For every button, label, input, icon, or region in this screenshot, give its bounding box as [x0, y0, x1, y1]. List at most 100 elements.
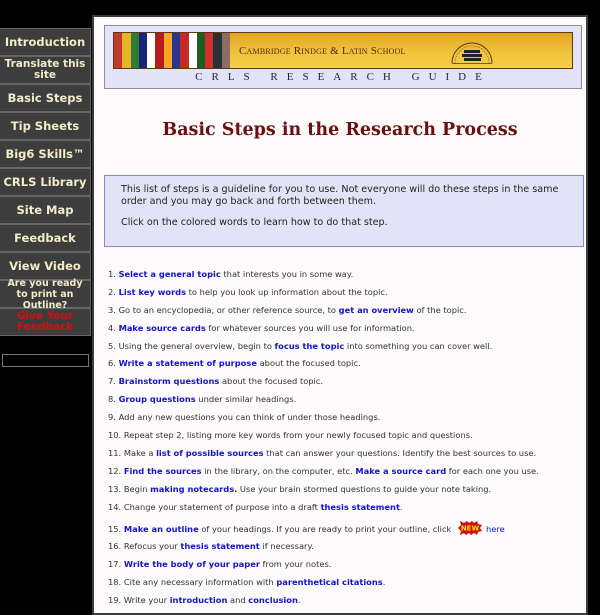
sidebar-item-big6-skills[interactable]: Big6 Skills™ [0, 140, 91, 168]
step-number: 11. [108, 447, 122, 458]
flag-stripe [122, 33, 131, 68]
flag-stripe [205, 33, 214, 68]
step-link[interactable]: thesis statement [321, 502, 400, 512]
flag-stripe [130, 33, 139, 68]
flag-stripe [147, 33, 156, 68]
flag-stripe [221, 33, 230, 68]
step-item: 2. List key words to help you look up in… [108, 287, 576, 305]
step-link[interactable]: Find the sources [124, 466, 202, 476]
step-link[interactable]: introduction [170, 595, 228, 605]
step-link[interactable]: Make source cards [119, 323, 206, 333]
svg-text:NEW: NEW [461, 525, 480, 533]
step-item: 13. Begin making notecards. Use your bra… [108, 484, 576, 502]
step-number: 6. [108, 358, 116, 369]
step-item: 5. Using the general overview, begin to … [108, 341, 576, 359]
sidebar-item-site-map[interactable]: Site Map [0, 196, 91, 224]
step-link[interactable]: Write a statement of purpose [119, 358, 257, 368]
step-text: about the focused topic. [256, 358, 361, 369]
step-text: Begin [123, 483, 151, 494]
step-item: 4. Make source cards for whatever source… [108, 323, 576, 341]
flag-stripe [163, 33, 172, 68]
step-link[interactable]: focus the topic [275, 341, 345, 351]
step-text: for each one you use. [446, 465, 539, 476]
sidebar-item-introduction[interactable]: Introduction [0, 28, 91, 56]
new-badge-icon: NEW [458, 521, 482, 536]
step-item: 19. Write your introduction and conclusi… [108, 595, 576, 613]
step-number: 5. [108, 340, 116, 351]
flag-stripe [188, 33, 197, 68]
step-link[interactable]: Select a general topic [119, 269, 221, 279]
step-number: 7. [108, 376, 116, 387]
step-number: 9. [108, 412, 116, 423]
step-text: for whatever sources you will use for in… [205, 322, 415, 333]
step-link[interactable]: Group questions [119, 394, 196, 404]
sidebar-item-crls-library[interactable]: CRLS Library [0, 168, 91, 196]
step-text: . [297, 595, 301, 606]
sidebar-item-view-video[interactable]: View Video [0, 252, 91, 280]
step-number: 10. [108, 430, 122, 441]
flag-stripe [180, 33, 189, 68]
step-link[interactable]: parenthetical citations [276, 577, 382, 587]
step-item: 7. Brainstorm questions about the focuse… [108, 376, 576, 394]
step-number: 12. [108, 465, 122, 476]
sidebar-item-basic-steps[interactable]: Basic Steps [0, 84, 91, 112]
step-link[interactable]: List key words [119, 287, 186, 297]
step-link[interactable]: Brainstorm questions [119, 376, 220, 386]
sidebar-item-tip-sheets[interactable]: Tip Sheets [0, 112, 91, 140]
flags-image [114, 33, 230, 68]
intro-text: This list of steps is a guideline for yo… [121, 184, 559, 207]
step-text: under similar headings. [195, 394, 297, 405]
sidebar-nav: Introduction Translate this site Basic S… [0, 28, 91, 367]
step-item: 15. Make an outline of your headings. If… [108, 519, 576, 541]
step-text: Cite any necessary information with [123, 577, 277, 588]
step-text: Using the general overview, begin to [118, 340, 275, 351]
step-link[interactable]: Write the body of your paper [124, 559, 260, 569]
sidebar-item-give-feedback[interactable]: Give Your Feedback [0, 308, 91, 336]
step-link[interactable]: Make an outline [124, 524, 199, 534]
step-link[interactable]: get an overview [339, 305, 414, 315]
flag-stripe [114, 33, 123, 68]
sidebar-search-input[interactable] [2, 354, 89, 367]
step-number: 13. [108, 483, 122, 494]
step-number: 4. [108, 322, 116, 333]
step-link[interactable]: Make a source card [355, 466, 446, 476]
step-number: 15. [108, 524, 122, 535]
step-link[interactable]: making notecards. [150, 484, 237, 494]
step-link[interactable]: thesis statement [180, 541, 259, 551]
step-text: Add any new questions you can think of u… [118, 412, 381, 423]
step-text: and [227, 595, 249, 606]
print-outline-link[interactable]: here [486, 524, 505, 534]
page-title: Basic Steps in the Research Process [162, 120, 518, 140]
school-seal-icon [451, 42, 493, 64]
step-item: 18. Cite any necessary information with … [108, 577, 576, 595]
flag-stripe [213, 33, 222, 68]
sidebar-item-feedback[interactable]: Feedback [0, 224, 91, 252]
step-text: Refocus your [123, 541, 181, 552]
steps-list: 1. Select a general topic that interests… [108, 269, 576, 613]
step-text: Go to an encyclopedia, or other referenc… [118, 304, 339, 315]
flag-stripe [155, 33, 164, 68]
step-number: 3. [108, 304, 116, 315]
step-text: of your headings. If you are ready to pr… [198, 524, 454, 535]
step-item: 16. Refocus your thesis statement if nec… [108, 541, 576, 559]
step-number: 19. [108, 595, 122, 606]
intro-box: This list of steps is a guideline for yo… [104, 175, 584, 247]
step-item: 17. Write the body of your paper from yo… [108, 559, 576, 577]
step-text: about the focused topic. [219, 376, 324, 387]
step-text: if necessary. [259, 541, 314, 552]
step-item: 8. Group questions under similar heading… [108, 394, 576, 412]
step-number: 16. [108, 541, 122, 552]
intro-instructions: Click on the colored words to learn how … [121, 217, 388, 228]
step-text: Use your brain stormed questions to guid… [237, 483, 492, 494]
sidebar-item-print-outline[interactable]: Are you ready to print an Outline? [0, 278, 91, 311]
step-link[interactable]: conclusion [248, 595, 298, 605]
school-banner[interactable]: Cambridge Rindge & Latin School [113, 32, 573, 69]
step-item: 14. Change your statement of purpose int… [108, 502, 576, 520]
step-text: Write your [123, 595, 170, 606]
step-text: in the library, on the computer, etc. [201, 465, 356, 476]
step-item: 11. Make a list of possible sources that… [108, 448, 576, 466]
page-content: Cambridge Rindge & Latin School CRLS RES… [92, 15, 588, 615]
flag-stripe [196, 33, 206, 68]
step-link[interactable]: list of possible sources [156, 448, 263, 458]
sidebar-item-translate[interactable]: Translate this site [0, 56, 91, 84]
